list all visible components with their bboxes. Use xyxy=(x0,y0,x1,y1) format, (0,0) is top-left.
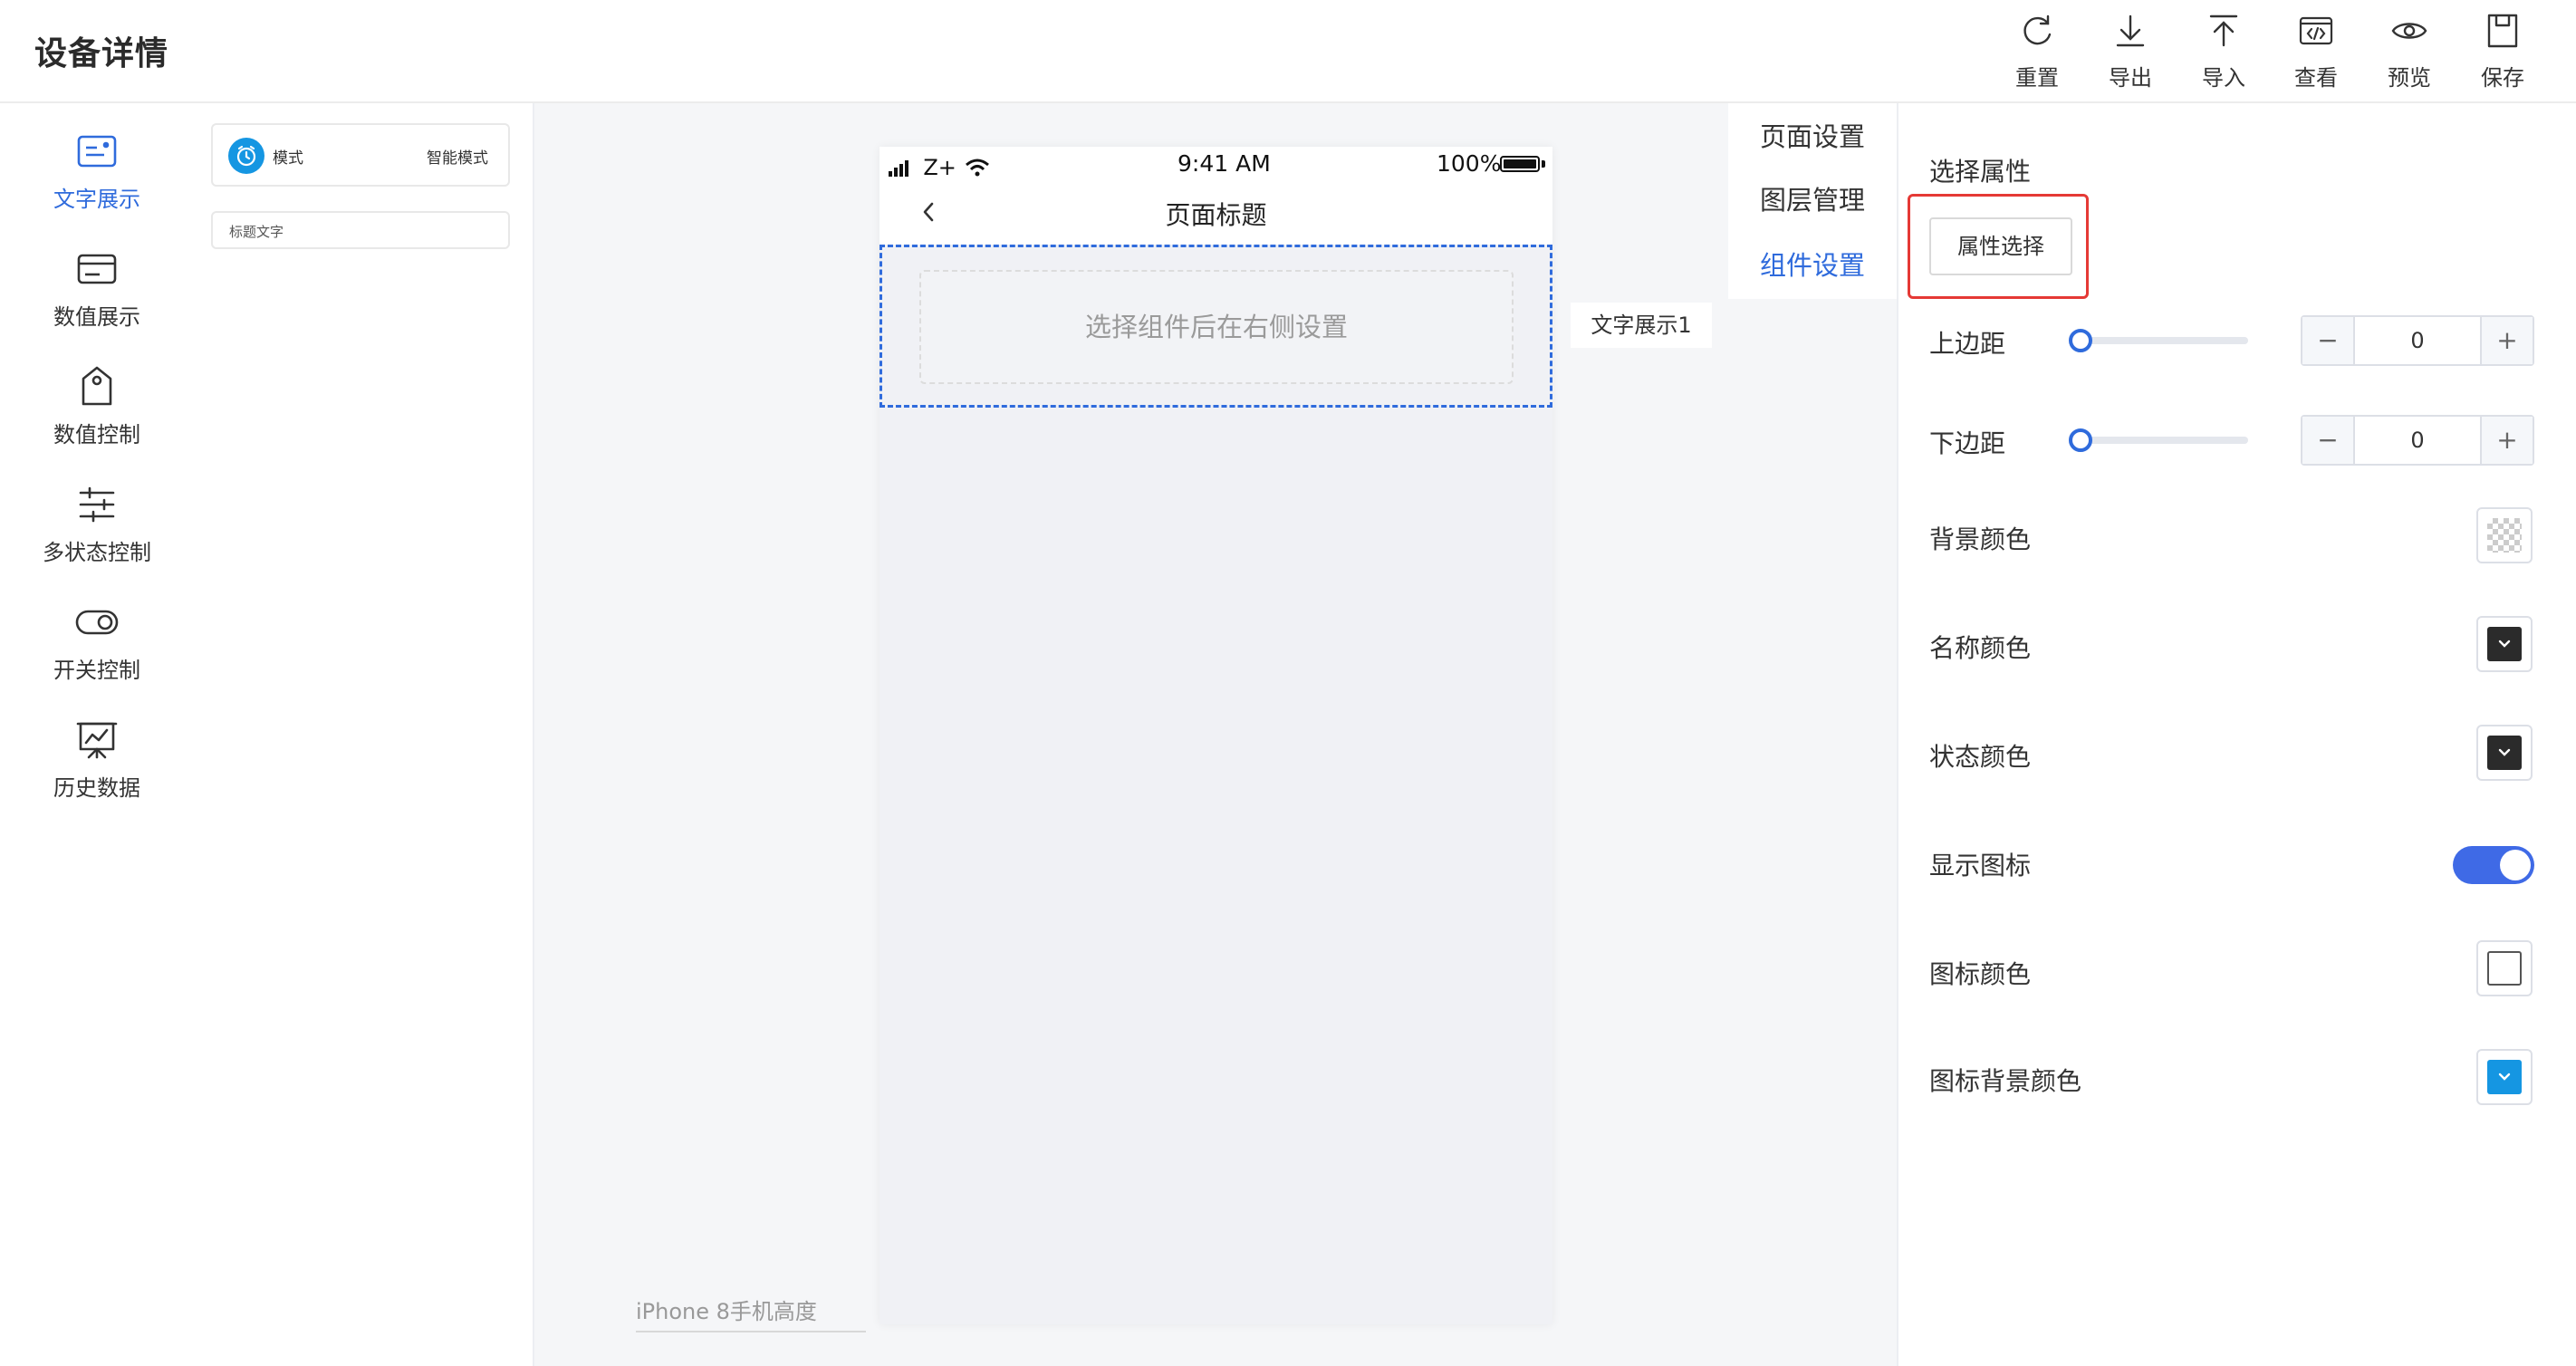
battery-nub xyxy=(1542,160,1545,168)
save-label: 保存 xyxy=(2481,65,2524,91)
component-label: 标题文字 xyxy=(229,224,284,240)
reset-button[interactable]: 重置 xyxy=(1996,11,2078,94)
icon-color-label: 图标颜色 xyxy=(1929,959,2032,989)
battery-percent: 100% xyxy=(1437,150,1502,177)
sidebar-item-text-display[interactable]: 文字展示 xyxy=(0,114,194,232)
tag-icon xyxy=(82,366,112,406)
tab-page-settings[interactable]: 页面设置 xyxy=(1728,105,1897,168)
sidebar-item-history-data[interactable]: 历史数据 xyxy=(0,703,194,821)
preview-label: 预览 xyxy=(2388,65,2431,91)
sidebar-item-label: 数值展示 xyxy=(53,304,140,330)
status-color-label: 状态颜色 xyxy=(1929,742,2032,772)
component-list-panel xyxy=(194,103,534,1366)
card-icon xyxy=(77,254,117,284)
decrement-button[interactable]: − xyxy=(2302,417,2355,464)
component-placeholder[interactable]: 选择组件后在右侧设置 xyxy=(919,270,1514,384)
page-title: 设备详情 xyxy=(34,35,169,72)
upload-icon xyxy=(2209,14,2238,47)
increment-button[interactable]: + xyxy=(2480,417,2533,464)
show-icon-label: 显示图标 xyxy=(1929,851,2032,880)
chevron-down-icon xyxy=(2487,736,2522,770)
sidebar-item-number-control[interactable]: 数值控制 xyxy=(0,350,194,467)
chart-board-icon xyxy=(76,722,118,759)
clock-icon xyxy=(228,138,264,174)
wifi-icon xyxy=(966,159,990,177)
attribute-select-button[interactable]: 属性选择 xyxy=(1929,217,2072,275)
stepper-value[interactable]: 0 xyxy=(2355,417,2480,464)
icon-bg-color-picker[interactable] xyxy=(2476,1049,2533,1105)
import-button[interactable]: 导入 xyxy=(2183,11,2264,94)
top-margin-label: 上边距 xyxy=(1929,329,2006,359)
export-button[interactable]: 导出 xyxy=(2090,11,2171,94)
download-icon xyxy=(2116,14,2145,47)
sidebar-item-label: 开关控制 xyxy=(53,658,140,683)
save-icon xyxy=(2487,14,2518,48)
code-icon xyxy=(2299,16,2333,45)
decrement-button[interactable]: − xyxy=(2302,317,2355,364)
color-swatch xyxy=(2487,951,2522,986)
toggle-knob xyxy=(2500,850,2531,880)
sliders-icon xyxy=(79,486,115,523)
battery-icon xyxy=(1500,156,1540,172)
reset-label: 重置 xyxy=(2015,65,2059,91)
signal-icon xyxy=(889,160,908,177)
status-time: 9:41 AM xyxy=(1177,150,1271,177)
name-color-label: 名称颜色 xyxy=(1929,633,2032,663)
background-color-picker[interactable] xyxy=(2476,507,2533,563)
top-margin-slider[interactable] xyxy=(2069,329,2248,352)
stepper-value[interactable]: 0 xyxy=(2355,317,2480,364)
component-name-tag: 文字展示1 xyxy=(1571,303,1712,348)
icon-bg-color-label: 图标背景颜色 xyxy=(1929,1066,2082,1096)
export-label: 导出 xyxy=(2109,65,2152,91)
bottom-margin-slider[interactable] xyxy=(2069,428,2248,452)
chevron-down-icon xyxy=(2487,627,2522,661)
status-color-picker[interactable] xyxy=(2476,725,2533,781)
sidebar-item-label: 多状态控制 xyxy=(43,540,151,565)
eye-icon xyxy=(2391,23,2427,39)
increment-button[interactable]: + xyxy=(2480,317,2533,364)
icon-color-picker[interactable] xyxy=(2476,940,2533,996)
top-margin-stepper[interactable]: − 0 + xyxy=(2301,315,2534,366)
carrier-name: Z+ xyxy=(923,155,956,180)
slider-thumb[interactable] xyxy=(2069,428,2092,452)
signal-indicator: Z+ xyxy=(889,154,991,180)
tab-layer-management[interactable]: 图层管理 xyxy=(1728,168,1897,232)
title-text-component-card[interactable]: 标题文字 xyxy=(211,211,510,249)
component-name: 模式 xyxy=(273,149,303,168)
sidebar-item-label: 文字展示 xyxy=(53,187,140,212)
sidebar-item-switch-control[interactable]: 开关控制 xyxy=(0,585,194,703)
preview-button[interactable]: 预览 xyxy=(2369,11,2450,94)
bottom-margin-stepper[interactable]: − 0 + xyxy=(2301,415,2534,466)
chevron-down-icon xyxy=(2487,1060,2522,1094)
show-icon-toggle[interactable] xyxy=(2453,846,2534,884)
tab-component-settings[interactable]: 组件设置 xyxy=(1728,234,1897,297)
save-button[interactable]: 保存 xyxy=(2462,11,2543,94)
sidebar-item-multistate-control[interactable]: 多状态控制 xyxy=(0,467,194,585)
sidebar-item-number-display[interactable]: 数值展示 xyxy=(0,232,194,350)
view-label: 查看 xyxy=(2294,65,2338,91)
background-color-label: 背景颜色 xyxy=(1929,524,2032,554)
toggle-icon xyxy=(75,610,119,635)
refresh-icon xyxy=(2023,14,2052,45)
device-height-label: iPhone 8手机高度 xyxy=(636,1294,866,1332)
sidebar-item-label: 历史数据 xyxy=(53,775,140,801)
transparent-swatch xyxy=(2487,518,2522,553)
bottom-margin-label: 下边距 xyxy=(1929,428,2006,458)
view-button[interactable]: 查看 xyxy=(2275,11,2357,94)
mode-component-card[interactable]: 模式 智能模式 xyxy=(211,123,510,187)
component-value: 智能模式 xyxy=(427,149,488,168)
name-color-picker[interactable] xyxy=(2476,616,2533,672)
select-attribute-label: 选择属性 xyxy=(1929,157,2032,187)
slider-thumb[interactable] xyxy=(2069,329,2092,352)
import-label: 导入 xyxy=(2202,65,2245,91)
phone-page-title: 页面标题 xyxy=(1165,200,1267,230)
sidebar-item-label: 数值控制 xyxy=(53,422,140,447)
text-display-icon xyxy=(77,135,117,168)
